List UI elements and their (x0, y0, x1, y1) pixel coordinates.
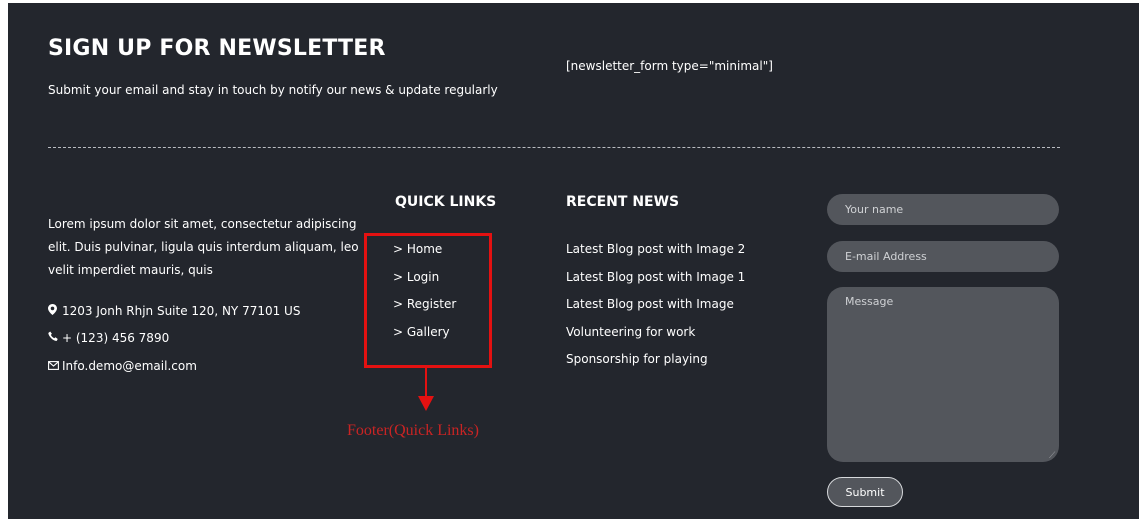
news-item-4[interactable]: Volunteering for work (566, 325, 695, 339)
newsletter-shortcode: [newsletter_form type="minimal"] (566, 59, 773, 73)
email-text: Info.demo@email.com (62, 359, 197, 373)
about-text: Lorem ipsum dolor sit amet, consectetur … (48, 217, 359, 277)
arrow-down-icon (418, 396, 434, 411)
news-item-5[interactable]: Sponsorship for playing (566, 352, 708, 366)
annotation-label: Footer(Quick Links) (347, 422, 479, 439)
newsletter-subtitle: Submit your email and stay in touch by n… (48, 83, 498, 97)
recent-news-title: RECENT NEWS (566, 194, 680, 210)
email-input[interactable] (827, 241, 1059, 272)
news-item-1[interactable]: Latest Blog post with Image 2 (566, 242, 745, 256)
envelope-icon (48, 360, 60, 373)
phone-icon (48, 331, 60, 345)
footer-panel: SIGN UP FOR NEWSLETTER Submit your email… (8, 3, 1139, 519)
name-input[interactable] (827, 194, 1059, 225)
submit-button[interactable]: Submit (827, 477, 903, 507)
phone-text: + (123) 456 7890 (62, 331, 170, 345)
map-marker-icon (48, 304, 60, 318)
news-item-3[interactable]: Latest Blog post with Image (566, 297, 734, 311)
resize-handle-icon[interactable]: ⟋ (1049, 452, 1057, 461)
address-text: 1203 Jonh Rhjn Suite 120, NY 77101 US (62, 304, 301, 318)
annotation-highlight-box (364, 233, 492, 368)
message-textarea[interactable] (827, 287, 1059, 462)
section-divider (48, 147, 1060, 148)
quick-links-title: QUICK LINKS (395, 194, 497, 210)
news-item-2[interactable]: Latest Blog post with Image 1 (566, 270, 745, 284)
address-line: 1203 Jonh Rhjn Suite 120, NY 77101 US (48, 304, 300, 318)
email-line: Info.demo@email.com (48, 359, 197, 373)
phone-line: + (123) 456 7890 (48, 331, 169, 345)
newsletter-title: SIGN UP FOR NEWSLETTER (48, 36, 386, 61)
